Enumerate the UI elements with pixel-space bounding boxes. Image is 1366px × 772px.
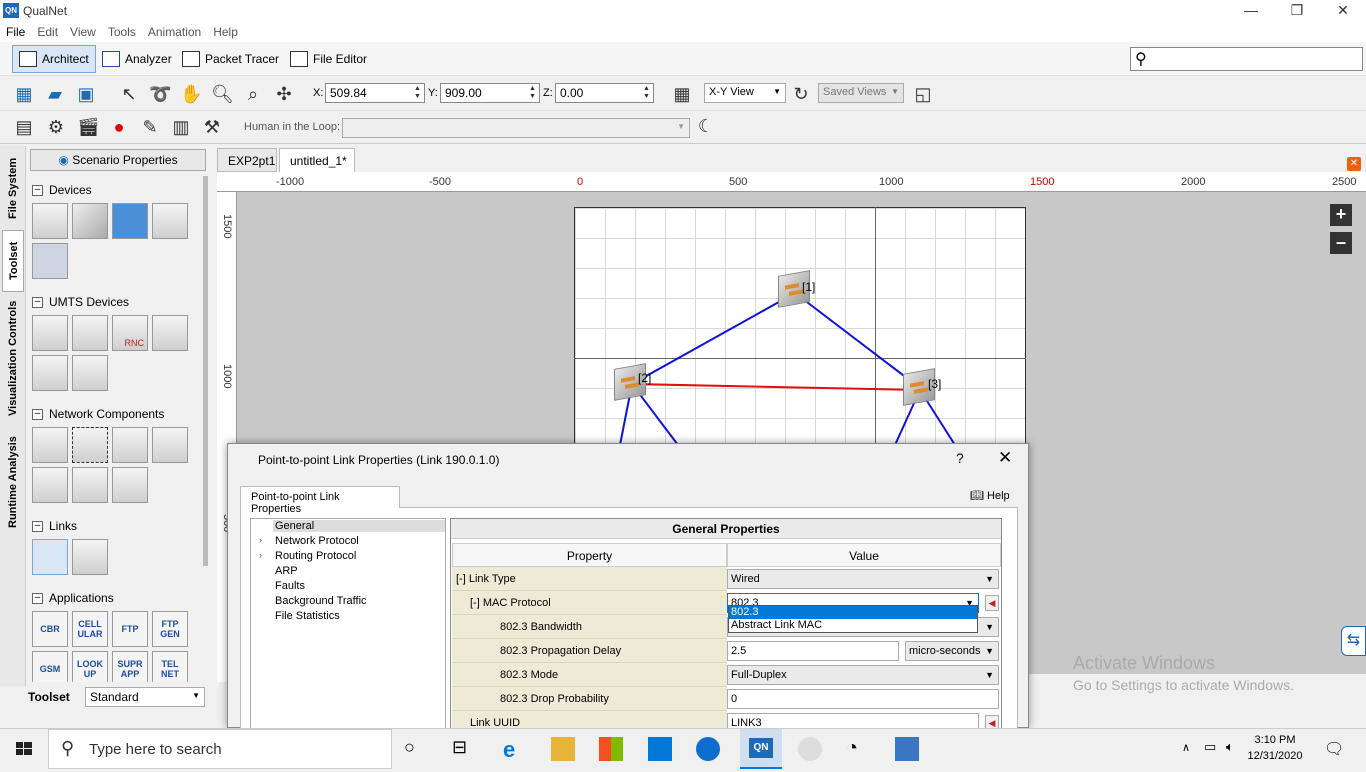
windows-logo-icon (16, 742, 32, 755)
clock-date: 12/31/2020 (1247, 750, 1303, 762)
qualnet-icon: QN (749, 738, 773, 758)
photos-icon[interactable] (895, 737, 919, 761)
mode-value: Full-Duplex (731, 669, 787, 681)
mac-protocol-dropdown: 802.3 Abstract Link MAC (728, 605, 978, 633)
teamviewer-side-icon[interactable]: ⇆ (1341, 626, 1366, 656)
book-icon: 📖︎ (970, 490, 988, 502)
tree-item-background-traffic[interactable]: Background Traffic (275, 595, 367, 607)
satellite-app-icon[interactable] (798, 737, 822, 761)
link-type-select[interactable]: Wired ▼ (727, 569, 999, 589)
chevron-down-icon: ▼ (985, 574, 994, 584)
dialog-title: Point-to-point Link Properties (Link 190… (258, 453, 500, 467)
tree-item-arp[interactable]: ARP (275, 565, 298, 577)
start-button[interactable] (0, 729, 48, 769)
row-propagation-delay-label: 802.3 Propagation Delay (452, 639, 727, 663)
category-tree: General › Network Protocol › Routing Pro… (250, 518, 446, 730)
tree-item-routing-protocol[interactable]: Routing Protocol (275, 550, 356, 562)
file-explorer-icon[interactable] (551, 737, 575, 761)
volume-icon[interactable]: 🔈︎ (1226, 739, 1234, 755)
node-label: [3] (928, 377, 942, 391)
row-link-type-label: [-] Link Type (452, 567, 727, 591)
tray-chevron-up-icon[interactable]: ∧ (1182, 741, 1190, 754)
zoom-out-button[interactable]: – (1330, 232, 1352, 254)
drop-probability-value: 0 (731, 693, 738, 705)
network-icon[interactable]: ▭ (1204, 739, 1216, 755)
dialog-help-button[interactable]: ? (956, 450, 964, 466)
task-view-icon[interactable]: ⊟ (452, 737, 476, 761)
delay-unit-value: micro-seconds (909, 645, 981, 657)
taskbar-search[interactable]: ⚲ Type here to search (48, 729, 392, 769)
properties-header: General Properties (451, 519, 1001, 539)
row-drop-probability-label: 802.3 Drop Probability (452, 687, 727, 711)
link-line[interactable] (631, 292, 796, 385)
store-icon[interactable] (599, 737, 623, 761)
link-properties-dialog: Point-to-point Link Properties (Link 190… (227, 443, 1029, 735)
propagation-delay-input[interactable]: 2.5 (727, 641, 899, 661)
mail-icon[interactable] (648, 737, 672, 761)
chevron-down-icon: ▼ (985, 670, 994, 680)
dialog-close-button[interactable]: ✕ (998, 448, 1012, 468)
chevron-down-icon: ▼ (985, 646, 994, 656)
qualnet-taskbar-button[interactable]: QN (740, 729, 782, 769)
edge-icon[interactable]: e (503, 737, 527, 762)
dialog-tab[interactable]: Point-to-point Link Properties (240, 486, 400, 515)
delay-unit-select[interactable]: micro-seconds ▼ (905, 641, 999, 661)
tree-item-faults[interactable]: Faults (275, 580, 305, 592)
row-mac-protocol-label: [-] MAC Protocol (452, 591, 727, 615)
tree-item-file-statistics[interactable]: File Statistics (275, 610, 340, 622)
chevron-down-icon: ▼ (985, 622, 994, 632)
row-mode-label: 802.3 Mode (452, 663, 727, 687)
tree-item-general[interactable]: General (273, 520, 445, 532)
taskbar-search-placeholder: Type here to search (89, 741, 222, 758)
reset-arrow-icon[interactable]: ◀ (985, 595, 999, 611)
drop-probability-input[interactable]: 0 (727, 689, 999, 709)
node-label: [2] (638, 371, 652, 385)
system-clock[interactable]: 3:10 PM 12/31/2020 (1240, 732, 1310, 764)
speedometer-icon[interactable]: ◔ (846, 737, 870, 761)
notification-icon[interactable]: 🗨︎ (1324, 739, 1344, 759)
property-column-header: Property (452, 543, 727, 567)
node-label: [1] (802, 280, 816, 294)
windows-taskbar: ⚲ Type here to search ○ ⊟ e QN ◔ ∧ ▭ 🔈︎ 3… (0, 728, 1366, 769)
value-column-header: Value (727, 543, 1001, 567)
expand-arrow-icon[interactable]: › (259, 535, 262, 545)
propagation-delay-value: 2.5 (731, 645, 747, 657)
dropdown-option-abstract-link-mac[interactable]: Abstract Link MAC (729, 619, 977, 632)
cortana-icon[interactable]: ○ (404, 737, 428, 761)
link-line[interactable] (794, 292, 921, 389)
help-label: Help (987, 490, 1010, 502)
row-bandwidth-label: 802.3 Bandwidth (452, 615, 727, 639)
activation-watermark-text: Go to Settings to activate Windows. (1073, 677, 1294, 693)
expand-arrow-icon[interactable]: › (259, 550, 262, 560)
help-button[interactable]: 📖︎ Help (970, 489, 1010, 502)
zoom-in-button[interactable]: + (1330, 204, 1352, 226)
mode-select[interactable]: Full-Duplex ▼ (727, 665, 999, 685)
selected-link-line[interactable] (631, 383, 921, 391)
tree-item-network-protocol[interactable]: Network Protocol (275, 535, 359, 547)
search-icon: ⚲ (61, 738, 75, 758)
link-type-value: Wired (731, 573, 760, 585)
clock-time: 3:10 PM (1254, 734, 1296, 746)
teamviewer-icon[interactable] (696, 737, 720, 761)
activation-watermark-title: Activate Windows (1073, 653, 1216, 673)
dropdown-option-802-3[interactable]: 802.3 (729, 606, 977, 619)
